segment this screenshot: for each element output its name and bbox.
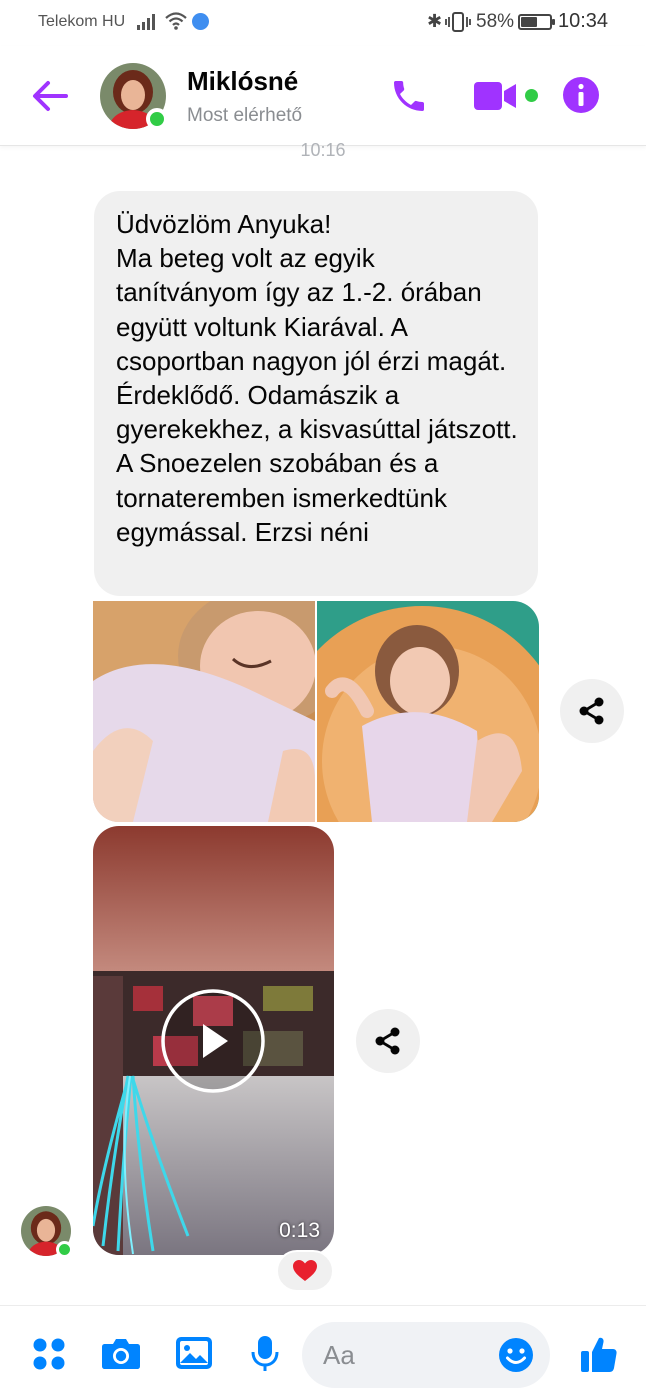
status-bar: Telekom HU ✱ 58% 10:34 [0, 0, 646, 46]
phone-icon [394, 81, 424, 111]
child-photo-image [317, 601, 539, 822]
wifi-icon [165, 12, 187, 30]
contact-avatar[interactable] [100, 63, 168, 130]
share-icon [579, 697, 604, 725]
share-icon [375, 1027, 400, 1055]
smiley-icon [499, 1338, 533, 1372]
apps-button[interactable] [32, 1337, 66, 1376]
vpn-globe-icon [192, 13, 209, 30]
share-button[interactable] [560, 679, 624, 743]
play-button[interactable] [160, 988, 266, 1094]
carrier-label: Telekom HU [38, 13, 126, 30]
conversation-header: Miklósné Most elérhető [0, 46, 646, 146]
microphone-button[interactable] [250, 1335, 280, 1378]
battery-icon [518, 14, 555, 30]
camera-button[interactable] [101, 1335, 141, 1376]
photo-attachment[interactable] [317, 601, 539, 822]
message-bubble[interactable]: Üdvözlöm Anyuka! Ma beteg volt az egyik … [94, 191, 538, 596]
video-call-button[interactable] [472, 76, 518, 121]
bluetooth-icon: ✱ [427, 11, 443, 31]
heart-icon [293, 1260, 317, 1281]
image-icon [176, 1337, 212, 1369]
contact-name[interactable]: Miklósné [187, 66, 298, 97]
message-text: Üdvözlöm Anyuka! Ma beteg volt az egyik … [116, 209, 518, 547]
call-button[interactable] [389, 76, 429, 121]
contact-status: Most elérhető [187, 105, 303, 126]
like-button[interactable] [579, 1334, 619, 1379]
emoji-button[interactable] [498, 1337, 534, 1378]
clock: 10:34 [558, 10, 609, 32]
info-icon [563, 77, 599, 113]
video-active-dot [525, 89, 538, 102]
heart-reaction[interactable] [276, 1250, 334, 1292]
microphone-icon [251, 1336, 279, 1371]
message-timestamp: 10:16 [300, 140, 346, 160]
video-attachment[interactable]: 0:13 [93, 826, 334, 1255]
arrow-left-icon [33, 81, 68, 111]
vibrate-icon [445, 12, 471, 32]
signal-icon [137, 14, 155, 30]
back-button[interactable] [28, 76, 72, 116]
share-button[interactable] [356, 1009, 420, 1073]
online-indicator [146, 108, 168, 130]
sender-avatar[interactable] [21, 1206, 73, 1258]
video-duration: 0:13 [279, 1219, 320, 1242]
gallery-button[interactable] [175, 1335, 213, 1376]
thumbs-up-icon [581, 1337, 617, 1372]
info-button[interactable] [562, 76, 600, 119]
child-photo-image [93, 601, 315, 822]
photo-attachment[interactable] [93, 601, 315, 822]
video-camera-icon [474, 82, 516, 110]
apps-grid-icon [33, 1338, 65, 1370]
battery-percent: 58% [476, 11, 515, 32]
online-indicator [56, 1241, 73, 1258]
camera-icon [102, 1339, 140, 1369]
message-composer [0, 1305, 646, 1400]
